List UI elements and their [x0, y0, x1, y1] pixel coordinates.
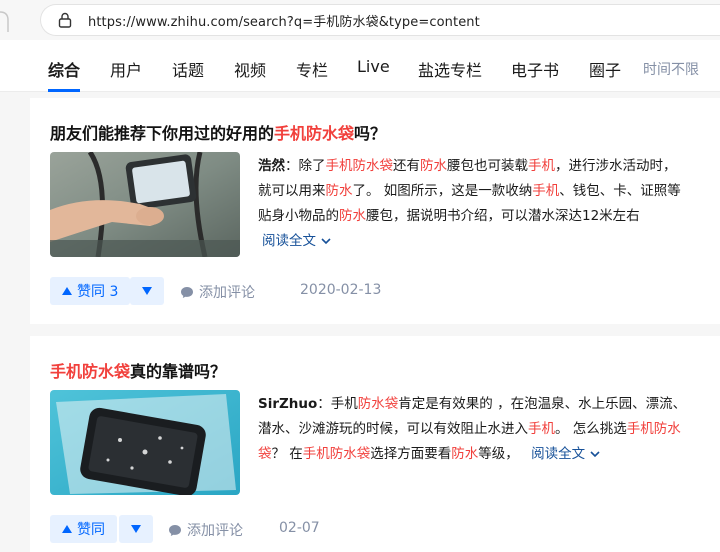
- upvote-button[interactable]: 赞同 3: [50, 277, 131, 305]
- chevron-down-icon[interactable]: [320, 236, 332, 246]
- tab-all[interactable]: 综合: [48, 57, 80, 81]
- excerpt-text: 了。 如图所示，这是一款收纳: [352, 183, 533, 199]
- author-separator: ：: [317, 396, 331, 412]
- excerpt-keyword: 防水袋: [357, 396, 399, 412]
- read-more-label[interactable]: 阅读全文: [531, 446, 585, 462]
- excerpt-text: 还有: [393, 158, 420, 174]
- excerpt-text: 、钱包、卡、证照等: [559, 183, 681, 199]
- tab-circles[interactable]: 圈子: [589, 57, 621, 81]
- excerpt-keyword: 防水: [420, 158, 447, 174]
- tab-columns[interactable]: 专栏: [296, 57, 328, 81]
- comment-bubble-icon: [169, 524, 181, 536]
- answer-excerpt[interactable]: 浩然：除了手机防水袋还有防水腰包也可装载手机，进行涉水活动时， 就可以用来防水了…: [258, 154, 704, 254]
- excerpt-text: 腰包也可装载: [447, 158, 528, 174]
- tab-videos[interactable]: 视频: [234, 57, 266, 81]
- tab-users[interactable]: 用户: [110, 57, 142, 81]
- tab-edge-icon: [0, 11, 9, 32]
- downvote-arrow-icon: [142, 287, 152, 295]
- read-more-label[interactable]: 阅读全文: [262, 233, 316, 249]
- excerpt-text: 贴身小物品的: [258, 208, 339, 224]
- upvote-arrow-icon: [62, 525, 72, 533]
- search-result-card: 手机防水袋真的靠谱吗？ SirZhuo：手机防水袋肯定是有效果的 ，在泡温泉、水…: [30, 336, 720, 552]
- excerpt-text: 肯定是有效果的 ，在泡温泉、水上乐园、漂流、: [398, 396, 687, 412]
- author-name[interactable]: 浩然: [258, 158, 285, 174]
- title-text[interactable]: 朋友们能推荐下你用过的好用的: [50, 124, 274, 143]
- answer-excerpt[interactable]: SirZhuo：手机防水袋肯定是有效果的 ，在泡温泉、水上乐园、漂流、 潜水、沙…: [258, 392, 704, 467]
- tab-salt-columns[interactable]: 盐选专栏: [418, 57, 482, 81]
- upvote-arrow-icon: [62, 287, 72, 295]
- tab-topics[interactable]: 话题: [172, 57, 204, 81]
- downvote-button[interactable]: [119, 515, 153, 543]
- excerpt-keyword: 手机防水袋: [325, 158, 394, 174]
- chevron-down-icon[interactable]: [589, 449, 601, 459]
- tab-live[interactable]: Live: [357, 57, 390, 76]
- answer-date: 02-07: [279, 520, 320, 536]
- excerpt-text: 选择方面要看: [370, 446, 452, 462]
- excerpt-text: 就可以用来: [258, 183, 326, 199]
- excerpt-text: 除了: [298, 158, 326, 174]
- phone-in-waterproof-bag-photo[interactable]: [50, 390, 240, 495]
- author-separator: ：: [285, 158, 299, 174]
- excerpt-keyword: 防水: [325, 183, 353, 199]
- search-type-tabs: 综合 用户 话题 视频 专栏 Live 盐选专栏 电子书 圈子 时间不限: [0, 40, 720, 92]
- thumbnail-image: [50, 152, 240, 257]
- title-keyword[interactable]: 手机防水袋: [274, 124, 354, 143]
- read-more-link[interactable]: 阅读全文: [262, 233, 332, 249]
- excerpt-text: 。 怎么挑选: [555, 421, 627, 437]
- tab-ebooks[interactable]: 电子书: [511, 57, 559, 81]
- question-title[interactable]: 手机防水袋真的靠谱吗？: [50, 358, 226, 382]
- thumbnail-image: [50, 390, 240, 495]
- upvote-button[interactable]: 赞同: [50, 515, 117, 543]
- excerpt-text: ？ 在: [271, 446, 303, 462]
- waterproof-pouch-photo[interactable]: [50, 152, 240, 257]
- excerpt-text: 手机: [330, 396, 358, 412]
- title-text-end[interactable]: 真的靠谱吗？: [130, 362, 226, 381]
- question-title[interactable]: 朋友们能推荐下你用过的好用的手机防水袋吗？: [50, 120, 386, 144]
- excerpt-text: 等级，: [478, 446, 519, 462]
- answer-date: 2020-02-13: [300, 282, 382, 298]
- upvote-label[interactable]: 赞同: [77, 519, 105, 539]
- title-text-end[interactable]: 吗？: [354, 124, 386, 143]
- upvote-label[interactable]: 赞同 3: [77, 281, 118, 301]
- read-more-link[interactable]: 阅读全文: [531, 446, 601, 462]
- excerpt-text: 潜水、沙滩游玩的时候，可以有效阻止水进入: [258, 421, 528, 437]
- excerpt-keyword: 手机: [528, 158, 555, 174]
- excerpt-keyword: 防水: [339, 208, 366, 224]
- title-keyword[interactable]: 手机防水袋: [50, 362, 130, 381]
- lock-icon[interactable]: [58, 12, 72, 28]
- excerpt-keyword: 手机: [528, 421, 555, 437]
- url-text[interactable]: https://www.zhihu.com/search?q=手机防水袋&typ…: [88, 11, 480, 30]
- search-result-card: 朋友们能推荐下你用过的好用的手机防水袋吗？ 浩然：除了手机防水袋还有防水腰包也可…: [30, 98, 720, 324]
- add-comment-button[interactable]: 添加评论: [180, 282, 255, 302]
- add-comment-label[interactable]: 添加评论: [187, 520, 243, 540]
- excerpt-keyword: 手机防水: [626, 421, 681, 437]
- excerpt-keyword: 手机: [532, 183, 560, 199]
- excerpt-keyword: 手机防水袋: [302, 446, 371, 462]
- excerpt-text: 腰包，据说明书介绍，可以潜水深达12米左右: [366, 208, 640, 224]
- downvote-button[interactable]: [130, 277, 164, 305]
- author-name[interactable]: SirZhuo: [258, 396, 317, 412]
- excerpt-text: ，进行涉水活动时，: [555, 158, 677, 174]
- excerpt-keyword: 防水: [451, 446, 479, 462]
- time-filter[interactable]: 时间不限: [643, 59, 699, 79]
- comment-bubble-icon: [181, 286, 193, 298]
- add-comment-button[interactable]: 添加评论: [168, 520, 243, 540]
- downvote-arrow-icon: [131, 525, 141, 533]
- active-tab-indicator: [48, 89, 80, 92]
- excerpt-keyword: 袋: [258, 446, 272, 462]
- browser-address-bar: https://www.zhihu.com/search?q=手机防水袋&typ…: [0, 0, 720, 40]
- add-comment-label[interactable]: 添加评论: [199, 282, 255, 302]
